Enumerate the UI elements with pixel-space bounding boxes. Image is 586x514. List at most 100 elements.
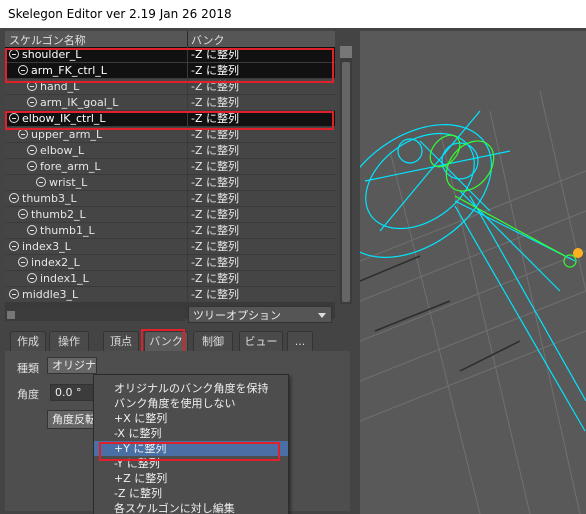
collapse-icon[interactable] xyxy=(9,289,19,299)
bank-value-cell[interactable]: -Z に整列 xyxy=(188,191,335,207)
scroll-up-button[interactable] xyxy=(340,46,352,58)
bank-value-cell[interactable]: -Z に整列 xyxy=(188,287,335,303)
tree-row[interactable]: thumb3_L -Z に整列 xyxy=(5,191,335,207)
skelegon-name: thumb2_L xyxy=(31,208,86,221)
bank-value-cell[interactable]: -Z に整列 xyxy=(188,79,335,95)
skelegon-name: index3_L xyxy=(22,240,71,253)
column-header-bank[interactable]: バンク xyxy=(191,32,225,48)
tree-row[interactable]: index2_L -Z に整列 xyxy=(5,255,335,271)
tree-row[interactable]: arm_FK_ctrl_L -Z に整列 xyxy=(5,63,335,79)
tree-row[interactable]: wrist_L -Z に整列 xyxy=(5,175,335,191)
collapse-icon[interactable] xyxy=(9,241,19,251)
bank-value-cell[interactable]: -Z に整列 xyxy=(188,127,335,143)
tab-6[interactable]: ... xyxy=(287,331,313,351)
skelegon-name: middle3_L xyxy=(22,288,79,301)
bank-value-cell[interactable]: -Z に整列 xyxy=(188,47,335,63)
menu-item[interactable]: +Z に整列 xyxy=(94,471,288,486)
tree-row[interactable]: elbow_L -Z に整列 xyxy=(5,143,335,159)
tree-row[interactable]: elbow_IK_ctrl_L -Z に整列 xyxy=(5,111,335,127)
collapse-icon[interactable] xyxy=(27,273,37,283)
skelegon-name: thumb3_L xyxy=(22,192,77,205)
tree-horizontal-scrollbar[interactable] xyxy=(5,309,185,321)
bank-value-cell[interactable]: -Z に整列 xyxy=(188,207,335,223)
tree-row-name-cell[interactable]: elbow_IK_ctrl_L xyxy=(5,111,187,127)
chevron-down-icon xyxy=(318,313,326,318)
3d-viewport[interactable] xyxy=(360,31,586,514)
collapse-icon[interactable] xyxy=(36,177,46,187)
bank-value-cell[interactable]: -Z に整列 xyxy=(188,143,335,159)
tree-vertical-scrollbar[interactable] xyxy=(340,46,352,304)
tree-row[interactable]: fore_arm_L -Z に整列 xyxy=(5,159,335,175)
bank-value-cell[interactable]: -Z に整列 xyxy=(188,255,335,271)
menu-item[interactable]: +X に整列 xyxy=(94,411,288,426)
bank-value-cell[interactable]: -Z に整列 xyxy=(188,95,335,111)
type-value: オリジナ xyxy=(52,359,96,372)
bank-value-cell[interactable]: -Z に整列 xyxy=(188,271,335,287)
type-dropdown[interactable]: オリジナ xyxy=(47,357,97,374)
tree-row-name-cell[interactable]: index1_L xyxy=(5,271,187,287)
tab-4[interactable]: 制御 xyxy=(193,331,233,351)
tree-row[interactable]: thumb1_L -Z に整列 xyxy=(5,223,335,239)
bank-value-cell[interactable]: -Z に整列 xyxy=(188,63,335,79)
column-separator[interactable] xyxy=(187,31,188,47)
column-header-name[interactable]: スケルゴン名称 xyxy=(9,32,86,48)
menu-item[interactable]: オリジナルのバンク角度を保持 xyxy=(94,381,288,396)
collapse-icon[interactable] xyxy=(9,49,19,59)
tree-row[interactable]: thumb2_L -Z に整列 xyxy=(5,207,335,223)
collapse-icon[interactable] xyxy=(27,161,37,171)
tree-row-name-cell[interactable]: thumb3_L xyxy=(5,191,187,207)
bank-value-cell[interactable]: -Z に整列 xyxy=(188,111,335,127)
bank-value-cell[interactable]: -Z に整列 xyxy=(188,223,335,239)
skelegon-tree: スケルゴン名称 バンク shoulder_L -Z に整列 arm_FK_ctrl_… xyxy=(5,31,335,319)
collapse-icon[interactable] xyxy=(18,129,28,139)
tree-row-name-cell[interactable]: index3_L xyxy=(5,239,187,255)
tree-option-label: ツリーオプション xyxy=(193,309,281,322)
angle-value: 0.0 ° xyxy=(55,386,82,399)
tree-row-name-cell[interactable]: arm_IK_goal_L xyxy=(5,95,187,111)
tree-row-name-cell[interactable]: fore_arm_L xyxy=(5,159,187,175)
angle-input[interactable]: 0.0 ° xyxy=(50,384,98,401)
reverse-angle-label: 角度反転 xyxy=(52,413,96,426)
bank-value-cell[interactable]: -Z に整列 xyxy=(188,239,335,255)
tab-1[interactable]: 操作 xyxy=(49,331,89,351)
tree-row[interactable]: index3_L -Z に整列 xyxy=(5,239,335,255)
tree-row-name-cell[interactable]: shoulder_L xyxy=(5,47,187,63)
bank-value-cell[interactable]: -Z に整列 xyxy=(188,159,335,175)
tab-2[interactable]: 頂点 xyxy=(103,331,139,351)
tree-row[interactable]: upper_arm_L -Z に整列 xyxy=(5,127,335,143)
collapse-icon[interactable] xyxy=(18,209,28,219)
tree-row-name-cell[interactable]: index2_L xyxy=(5,255,187,271)
tree-row[interactable]: hand_L -Z に整列 xyxy=(5,79,335,95)
tree-row-name-cell[interactable]: thumb2_L xyxy=(5,207,187,223)
menu-item[interactable]: -X に整列 xyxy=(94,426,288,441)
tree-row[interactable]: arm_IK_goal_L -Z に整列 xyxy=(5,95,335,111)
collapse-icon[interactable] xyxy=(18,257,28,267)
tree-row-name-cell[interactable]: upper_arm_L xyxy=(5,127,187,143)
collapse-icon[interactable] xyxy=(18,65,28,75)
collapse-icon[interactable] xyxy=(27,145,37,155)
collapse-icon[interactable] xyxy=(9,113,19,123)
menu-item[interactable]: バンク角度を使用しない xyxy=(94,396,288,411)
tab-0[interactable]: 作成 xyxy=(10,331,46,351)
reverse-angle-button[interactable]: 角度反転 xyxy=(47,410,97,429)
tree-row-name-cell[interactable]: hand_L xyxy=(5,79,187,95)
collapse-icon[interactable] xyxy=(9,193,19,203)
tree-row-name-cell[interactable]: arm_FK_ctrl_L xyxy=(5,63,187,79)
tab-5[interactable]: ビュー xyxy=(239,331,283,351)
tree-row-name-cell[interactable]: wrist_L xyxy=(5,175,187,191)
tree-row-name-cell[interactable]: middle3_L xyxy=(5,287,187,303)
tree-row[interactable]: shoulder_L -Z に整列 xyxy=(5,47,335,63)
tree-row-name-cell[interactable]: thumb1_L xyxy=(5,223,187,239)
collapse-icon[interactable] xyxy=(27,225,37,235)
collapse-icon[interactable] xyxy=(27,81,37,91)
tree-row-name-cell[interactable]: elbow_L xyxy=(5,143,187,159)
collapse-icon[interactable] xyxy=(27,97,37,107)
scroll-thumb[interactable] xyxy=(342,62,350,302)
menu-item[interactable]: 各スケルゴンに対し編集 xyxy=(94,501,288,514)
scroll-thumb[interactable] xyxy=(7,311,15,319)
bank-value-cell[interactable]: -Z に整列 xyxy=(188,175,335,191)
tree-row[interactable]: index1_L -Z に整列 xyxy=(5,271,335,287)
menu-item[interactable]: -Z に整列 xyxy=(94,486,288,501)
tree-option-dropdown[interactable]: ツリーオプション xyxy=(188,306,332,323)
tree-row[interactable]: middle3_L -Z に整列 xyxy=(5,287,335,303)
